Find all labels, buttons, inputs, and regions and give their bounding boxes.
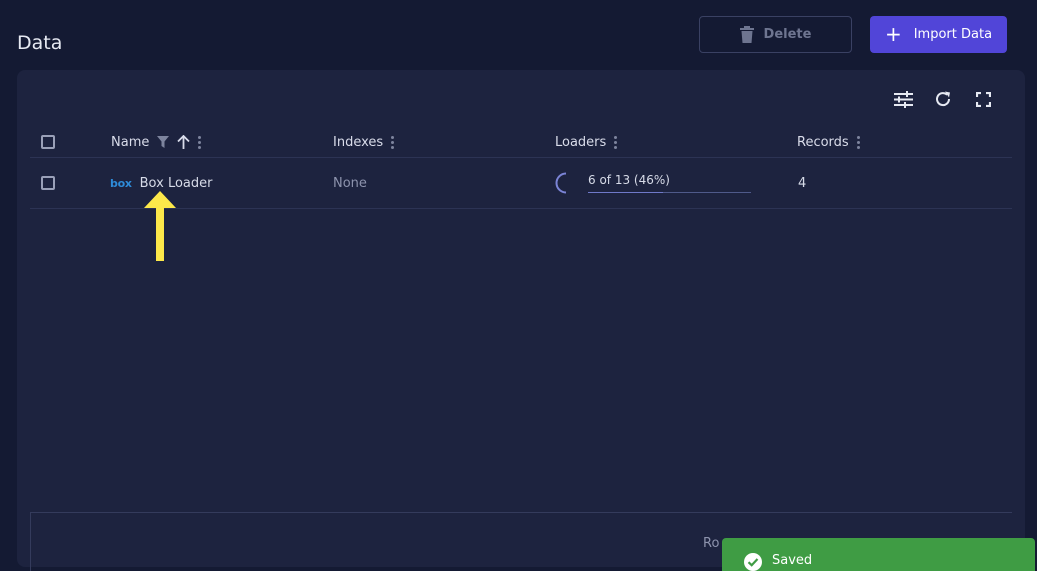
toast-message: Saved [772, 553, 813, 568]
column-header-name[interactable]: Name [111, 127, 202, 157]
check-circle-icon [744, 553, 762, 571]
column-menu-icon[interactable] [391, 135, 395, 149]
delete-button[interactable]: Delete [699, 16, 852, 53]
loaders-progress: 6 of 13 (46%) [588, 168, 751, 198]
column-header-loaders[interactable]: Loaders [555, 127, 618, 157]
data-table-card: Name Indexes Loaders Records box Box Loa… [17, 70, 1025, 571]
filter-icon[interactable] [157, 136, 170, 148]
data-page: Data Delete + Import Data Name Indexes L… [0, 0, 1037, 571]
row-name[interactable]: Box Loader [140, 176, 213, 191]
loaders-progress-fill [588, 192, 663, 193]
loaders-progress-track [588, 192, 751, 193]
sort-ascending-icon[interactable] [177, 135, 190, 149]
import-data-button[interactable]: + Import Data [870, 16, 1007, 53]
fullscreen-icon[interactable] [973, 89, 993, 109]
column-menu-icon[interactable] [198, 135, 202, 149]
table-header: Name Indexes Loaders Records [30, 127, 1012, 158]
import-data-label: Import Data [913, 27, 993, 42]
row-checkbox[interactable] [41, 176, 55, 190]
box-logo: box [110, 176, 132, 190]
row-records-cell: 4 [798, 175, 807, 191]
trash-icon [739, 26, 754, 43]
column-settings-icon[interactable] [893, 89, 913, 109]
table-row[interactable]: box Box Loader None 6 of 13 (46%) 4 [30, 158, 1012, 209]
rows-per-page-label: Ro [703, 536, 720, 551]
select-all-checkbox[interactable] [41, 135, 55, 149]
delete-button-label: Delete [763, 27, 812, 42]
annotation-arrow-icon [144, 191, 176, 261]
column-header-records[interactable]: Records [797, 127, 860, 157]
column-menu-icon[interactable] [614, 135, 618, 149]
loading-spinner-icon [555, 172, 567, 194]
plus-icon: + [884, 21, 902, 46]
row-loaders-cell: 6 of 13 (46%) [555, 158, 751, 208]
page-title: Data [17, 32, 63, 54]
column-menu-icon[interactable] [856, 135, 860, 149]
column-header-indexes[interactable]: Indexes [333, 127, 395, 157]
loaders-progress-text: 6 of 13 (46%) [588, 173, 670, 187]
row-indexes-cell: None [333, 175, 367, 191]
refresh-icon[interactable] [933, 89, 953, 109]
saved-toast: Saved [722, 538, 1035, 571]
